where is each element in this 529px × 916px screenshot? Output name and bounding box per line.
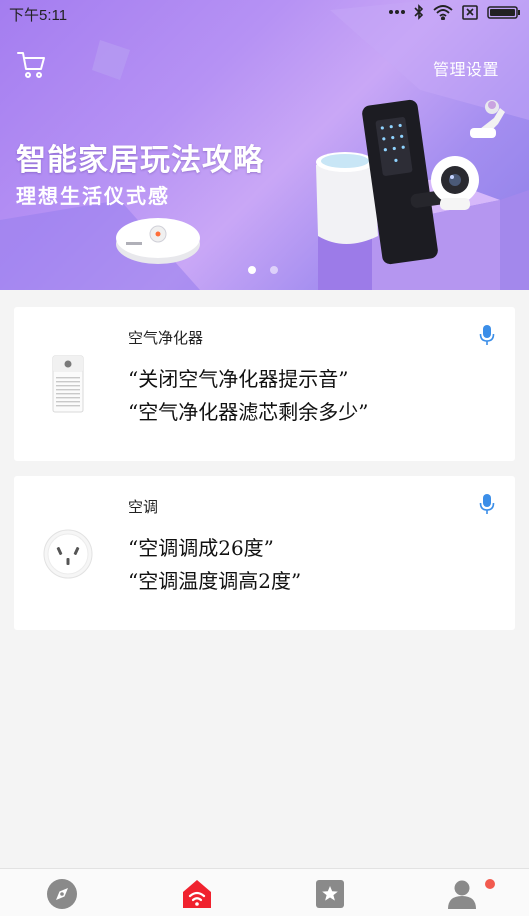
pagination-dot[interactable] bbox=[270, 266, 278, 274]
banner-title: 智能家居玩法攻略 bbox=[16, 143, 264, 178]
voice-command-phrase: “空调温度调高2度” bbox=[128, 569, 302, 593]
device-card-air-conditioner[interactable]: 空调 “空调调成26度” “空调温度调高2度” bbox=[14, 476, 515, 630]
no-sim-icon bbox=[462, 4, 478, 20]
home-icon bbox=[183, 880, 211, 908]
bluetooth-icon bbox=[414, 4, 424, 20]
banner-subtitle: 理想生活仪式感 bbox=[16, 184, 170, 208]
compass-icon bbox=[47, 879, 77, 909]
status-time: 下午5:11 bbox=[9, 7, 68, 24]
battery-icon bbox=[487, 5, 520, 19]
nav-item-discover[interactable] bbox=[45, 877, 79, 911]
status-icons bbox=[389, 4, 521, 20]
manage-settings-button[interactable]: 管理设置 bbox=[433, 56, 499, 80]
star-box-icon bbox=[316, 880, 344, 908]
app-screen: 管理设置 智能家居玩法攻略 理想生活仪式感 下午5:11 空气净化器 “关闭空气… bbox=[0, 0, 529, 916]
nav-item-profile[interactable] bbox=[447, 877, 495, 911]
profile-icon bbox=[448, 880, 476, 909]
wifi-icon bbox=[433, 4, 453, 20]
pagination-dot-active[interactable] bbox=[248, 266, 256, 274]
status-bar: 下午5:11 bbox=[0, 0, 529, 28]
nav-item-scenes[interactable] bbox=[313, 877, 347, 911]
promo-banner[interactable]: 管理设置 智能家居玩法攻略 理想生活仪式感 bbox=[0, 0, 529, 290]
voice-command-phrase: “空调调成26度” bbox=[128, 536, 274, 560]
voice-command-phrase: “关闭空气净化器提示音” bbox=[128, 367, 349, 391]
notification-badge bbox=[485, 879, 495, 889]
ac-socket-icon bbox=[43, 529, 93, 579]
shopping-cart-icon bbox=[17, 52, 45, 78]
microphone-icon[interactable] bbox=[479, 324, 495, 346]
device-name: 空调 bbox=[128, 498, 159, 516]
device-card-air-purifier[interactable]: 空气净化器 “关闭空气净化器提示音” “空气净化器滤芯剩余多少” bbox=[14, 307, 515, 461]
nav-item-home[interactable] bbox=[180, 877, 214, 911]
device-name: 空气净化器 bbox=[128, 329, 204, 347]
bottom-navigation bbox=[0, 868, 529, 916]
air-purifier-icon bbox=[52, 355, 84, 413]
dots-icon bbox=[389, 10, 405, 14]
microphone-icon[interactable] bbox=[479, 493, 495, 515]
voice-command-phrase: “空气净化器滤芯剩余多少” bbox=[128, 400, 369, 424]
banner-pagination bbox=[248, 266, 278, 274]
cart-button[interactable] bbox=[16, 50, 48, 80]
